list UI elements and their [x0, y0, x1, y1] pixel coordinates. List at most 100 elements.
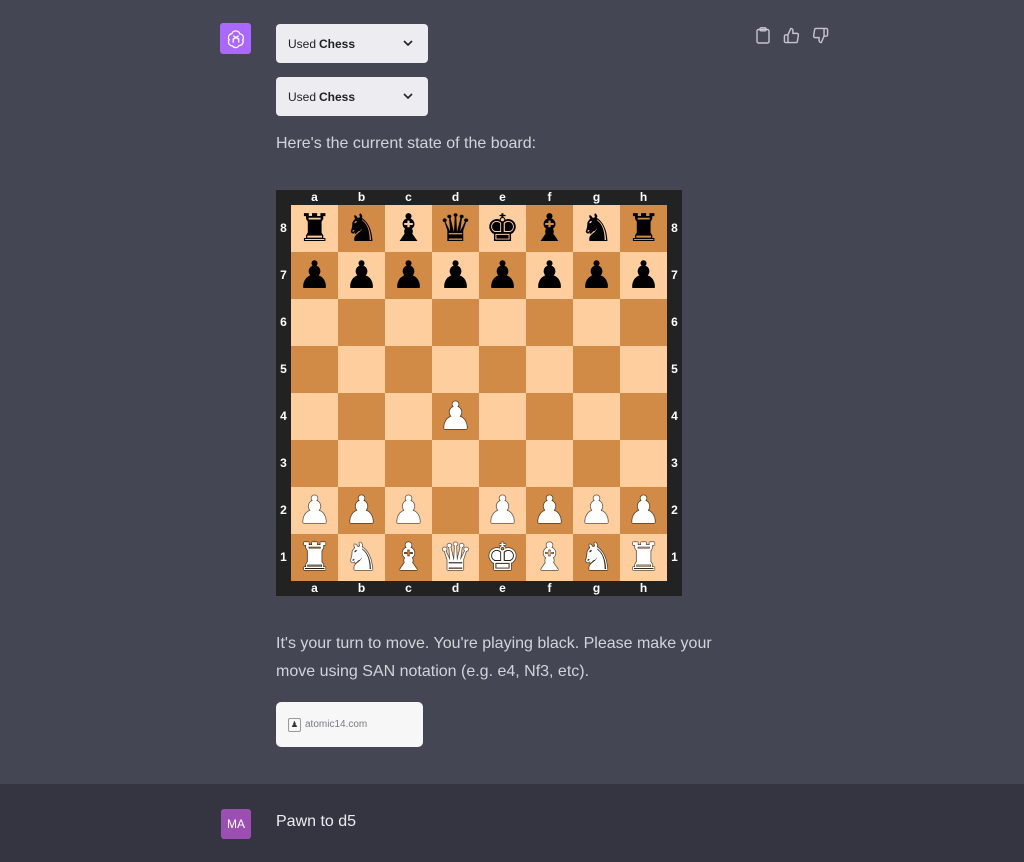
thumbs-down-icon[interactable]: [812, 26, 829, 44]
rank-label: 6: [671, 315, 678, 329]
white-pawn-icon: ♟: [297, 488, 332, 532]
white-king-icon: ♚: [485, 535, 520, 579]
square-b2: ♟: [338, 487, 385, 534]
plugin-prefix: Used: [288, 89, 317, 104]
black-bishop-icon: ♝: [391, 206, 426, 250]
white-rook-icon: ♜: [297, 535, 332, 579]
square-h8: ♜: [620, 205, 667, 252]
square-b4: [338, 393, 385, 440]
square-e6: [479, 299, 526, 346]
square-e2: ♟: [479, 487, 526, 534]
black-rook-icon: ♜: [626, 206, 661, 250]
turn-instructions-line-1: It's your turn to move. You're playing b…: [276, 635, 712, 652]
square-c7: ♟: [385, 252, 432, 299]
square-e3: [479, 440, 526, 487]
black-king-icon: ♚: [485, 206, 520, 250]
white-bishop-icon: ♝: [391, 535, 426, 579]
square-h5: [620, 346, 667, 393]
rank-label: 7: [280, 268, 287, 282]
square-h4: [620, 393, 667, 440]
square-h1: ♜: [620, 534, 667, 581]
white-pawn-icon: ♟: [391, 488, 426, 532]
plugin-name: Chess: [319, 36, 356, 51]
square-h2: ♟: [620, 487, 667, 534]
rank-label: 2: [671, 503, 678, 517]
black-pawn-icon: ♟: [438, 253, 473, 297]
white-pawn-icon: ♟: [532, 488, 567, 532]
black-pawn-icon: ♟: [297, 253, 332, 297]
square-b3: [338, 440, 385, 487]
file-label: e: [499, 581, 506, 595]
rank-label: 7: [671, 268, 678, 282]
square-b1: ♞: [338, 534, 385, 581]
square-a2: ♟: [291, 487, 338, 534]
white-pawn-icon: ♟: [626, 488, 661, 532]
square-c6: [385, 299, 432, 346]
rank-label: 6: [280, 315, 287, 329]
rank-label: 3: [280, 456, 287, 470]
square-b7: ♟: [338, 252, 385, 299]
file-label: a: [311, 581, 318, 595]
user-message-text: Pawn to d5: [276, 813, 357, 830]
assistant-message: Used Chess Used Chess Here's the current…: [0, 0, 1024, 784]
rank-label: 4: [280, 409, 287, 423]
plugin-used-dropdown[interactable]: Used Chess: [276, 24, 428, 63]
source-link-card[interactable]: ♟ atomic14.com: [276, 702, 423, 747]
thumbs-up-icon[interactable]: [783, 26, 800, 44]
white-rook-icon: ♜: [626, 535, 661, 579]
square-g8: ♞: [573, 205, 620, 252]
square-g2: ♟: [573, 487, 620, 534]
black-knight-icon: ♞: [579, 206, 614, 250]
black-pawn-icon: ♟: [391, 253, 426, 297]
square-a8: ♜: [291, 205, 338, 252]
square-f4: [526, 393, 573, 440]
white-pawn-icon: ♟: [438, 394, 473, 438]
rank-label: 5: [671, 362, 678, 376]
plugin-name: Chess: [319, 89, 356, 104]
square-b5: [338, 346, 385, 393]
square-h3: [620, 440, 667, 487]
file-label: d: [451, 190, 460, 204]
square-a4: [291, 393, 338, 440]
rank-label: 1: [280, 550, 287, 564]
square-c3: [385, 440, 432, 487]
square-f6: [526, 299, 573, 346]
white-pawn-icon: ♟: [485, 488, 520, 532]
square-e7: ♟: [479, 252, 526, 299]
square-d8: ♛: [432, 205, 479, 252]
rank-label: 5: [280, 362, 287, 376]
square-g3: [573, 440, 620, 487]
black-pawn-icon: ♟: [579, 253, 614, 297]
plugin-prefix: Used: [288, 36, 317, 51]
file-label: b: [357, 581, 366, 595]
turn-instructions-line-2: move using SAN notation (e.g. e4, Nf3, e…: [276, 663, 590, 680]
black-bishop-icon: ♝: [532, 206, 567, 250]
rank-label: 2: [280, 503, 287, 517]
square-d1: ♛: [432, 534, 479, 581]
white-bishop-icon: ♝: [532, 535, 567, 579]
black-knight-icon: ♞: [344, 206, 379, 250]
square-b8: ♞: [338, 205, 385, 252]
square-b6: [338, 299, 385, 346]
white-queen-icon: ♛: [438, 535, 473, 579]
file-label: b: [357, 190, 366, 204]
clipboard-icon[interactable]: [754, 26, 771, 44]
square-e4: [479, 393, 526, 440]
avatar: MA: [221, 809, 251, 839]
file-label: h: [639, 190, 648, 204]
openai-logo-icon: [220, 23, 251, 54]
square-d2: [432, 487, 479, 534]
square-d6: [432, 299, 479, 346]
square-f5: [526, 346, 573, 393]
rank-label: 1: [671, 550, 678, 564]
square-g6: [573, 299, 620, 346]
square-c5: [385, 346, 432, 393]
file-label: d: [451, 581, 460, 595]
square-f3: [526, 440, 573, 487]
square-f7: ♟: [526, 252, 573, 299]
white-pawn-icon: ♟: [579, 488, 614, 532]
chess-board-image: a b c d e f g h a b c d e f g h 8 7 6 5 …: [276, 190, 682, 596]
plugin-used-dropdown[interactable]: Used Chess: [276, 77, 428, 116]
board-squares: ♜ ♞ ♝ ♛ ♚ ♝ ♞ ♜ ♟ ♟ ♟ ♟ ♟ ♟ ♟ ♟ ♟ ♟ ♟ ♟ ♟ ♟ ♟ ♟ ♜ ♞ ♝ ♛ ♚ ♝ ♞ ♜: [291, 205, 667, 581]
chevron-down-icon: [403, 93, 413, 100]
